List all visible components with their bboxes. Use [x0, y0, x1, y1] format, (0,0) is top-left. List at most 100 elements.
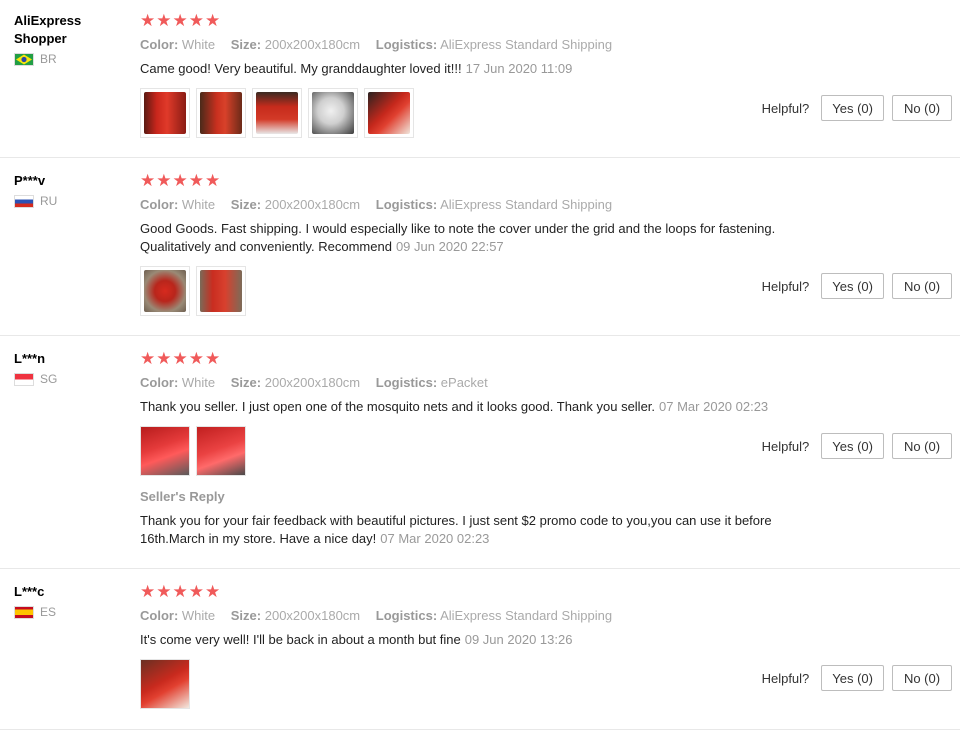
helpful-no-button[interactable]: No (0): [892, 273, 952, 299]
star-icon: ★: [188, 171, 204, 190]
reviewer-info: L***c ES: [14, 583, 124, 619]
review-photo-thumbnail[interactable]: [252, 88, 302, 138]
reviewer-name: L***n: [14, 351, 46, 366]
review-photo-thumbnail[interactable]: [140, 88, 190, 138]
helpful-yes-button[interactable]: Yes (0): [821, 665, 884, 691]
logistics-value: AliExpress Standard Shipping: [440, 197, 613, 212]
review-date: 07 Mar 2020 02:23: [659, 399, 769, 414]
reviewer-name: L***c: [14, 584, 45, 599]
color-label: Color:: [140, 375, 179, 390]
color-label: Color:: [140, 197, 179, 212]
country-code: RU: [40, 194, 58, 208]
spain-flag-icon: [14, 605, 34, 619]
size-label: Size:: [230, 37, 262, 52]
star-icon: ★: [156, 11, 172, 30]
size-label: Size:: [230, 375, 262, 390]
helpful-no-button[interactable]: No (0): [892, 665, 952, 691]
helpful-yes-button[interactable]: Yes (0): [821, 95, 884, 121]
review-photo-thumbnail[interactable]: [140, 659, 190, 709]
review-body: Came good! Very beautiful. My granddaugh…: [140, 61, 462, 76]
logistics-value: ePacket: [440, 375, 488, 390]
review-item: L***c ES ★ ★ ★ ★ ★ Color: White Size: 200x20…: [0, 569, 960, 729]
review-photo-thumbnail[interactable]: [364, 88, 414, 138]
star-icon: ★: [140, 349, 156, 368]
logistics-label: Logistics:: [375, 608, 438, 623]
country-code: BR: [40, 52, 57, 66]
logistics-value: AliExpress Standard Shipping: [440, 37, 613, 52]
star-icon: ★: [172, 11, 188, 30]
country-code: SG: [40, 372, 58, 386]
review-date: 17 Jun 2020 11:09: [465, 61, 573, 76]
review-photo-thumbnail[interactable]: [140, 426, 190, 476]
star-icon: ★: [205, 171, 221, 190]
size-label: Size:: [230, 197, 262, 212]
size-label: Size:: [230, 608, 262, 623]
rating-stars: ★ ★ ★ ★ ★: [140, 350, 960, 368]
helpful-yes-button[interactable]: Yes (0): [821, 433, 884, 459]
review-body: Thank you seller. I just open one of the…: [140, 399, 656, 414]
star-icon: ★: [172, 171, 188, 190]
review-text: Thank you seller. I just open one of the…: [140, 398, 940, 416]
star-icon: ★: [156, 171, 172, 190]
review-item: L***n SG ★ ★ ★ ★ ★ Color: White Size: 200x20…: [0, 336, 960, 568]
review-photo-thumbnail[interactable]: [196, 266, 246, 316]
order-attributes: Color: White Size: 200x200x180cm Logisti…: [140, 374, 960, 392]
logistics-label: Logistics:: [375, 375, 438, 390]
country-code: ES: [40, 605, 57, 619]
review-photo-thumbnail[interactable]: [140, 266, 190, 316]
review-photo-thumbnail[interactable]: [196, 426, 246, 476]
color-value: White: [181, 608, 216, 623]
seller-reply-date: 07 Mar 2020 02:23: [380, 531, 490, 546]
reviewer-country: BR: [14, 52, 124, 66]
helpful-label: Helpful?: [761, 438, 810, 454]
star-icon: ★: [140, 11, 156, 30]
seller-reply-title: Seller's Reply: [140, 489, 225, 504]
star-icon: ★: [205, 582, 221, 601]
color-label: Color:: [140, 608, 179, 623]
review-date: 09 Jun 2020 22:57: [395, 239, 504, 254]
reviewer-info: L***n SG: [14, 350, 124, 386]
rating-stars: ★ ★ ★ ★ ★: [140, 172, 960, 190]
logistics-label: Logistics:: [375, 37, 438, 52]
review-text: Came good! Very beautiful. My granddaugh…: [140, 60, 830, 78]
star-icon: ★: [205, 11, 221, 30]
reviewer-country: ES: [14, 605, 124, 619]
star-icon: ★: [205, 349, 221, 368]
color-value: White: [181, 37, 216, 52]
star-icon: ★: [156, 582, 172, 601]
helpful-vote: Helpful? Yes (0) No (0): [762, 273, 952, 299]
review-date: 09 Jun 2020 13:26: [464, 632, 573, 647]
rating-stars: ★ ★ ★ ★ ★: [140, 583, 960, 601]
helpful-label: Helpful?: [761, 100, 810, 116]
color-value: White: [181, 197, 216, 212]
color-value: White: [181, 375, 216, 390]
size-value: 200x200x180cm: [264, 37, 361, 52]
size-value: 200x200x180cm: [264, 608, 361, 623]
review-item: P***v RU ★ ★ ★ ★ ★ Color: White Size: 200x20…: [0, 158, 960, 335]
review-photo-thumbnail[interactable]: [196, 88, 246, 138]
order-attributes: Color: White Size: 200x200x180cm Logisti…: [140, 196, 960, 214]
helpful-no-button[interactable]: No (0): [892, 433, 952, 459]
review-separator: [0, 729, 960, 730]
rating-stars: ★ ★ ★ ★ ★: [140, 12, 960, 30]
review-item: AliExpress Shopper BR ★ ★ ★ ★ ★ Color: White…: [0, 0, 960, 157]
reviewer-info: AliExpress Shopper BR: [14, 12, 124, 66]
reviewer-country: RU: [14, 194, 124, 208]
reviewer-country: SG: [14, 372, 124, 386]
review-text: It's come very well! I'll be back in abo…: [140, 631, 830, 649]
brazil-flag-icon: [14, 52, 34, 66]
reviewer-name: AliExpress Shopper: [14, 13, 82, 46]
size-value: 200x200x180cm: [264, 375, 361, 390]
seller-reply-text: Thank you for your fair feedback with be…: [140, 512, 830, 548]
review-body: It's come very well! I'll be back in abo…: [140, 632, 461, 647]
review-text: Good Goods. Fast shipping. I would espec…: [140, 220, 830, 256]
review-photo-thumbnail[interactable]: [308, 88, 358, 138]
helpful-yes-button[interactable]: Yes (0): [821, 273, 884, 299]
helpful-label: Helpful?: [761, 278, 810, 294]
star-icon: ★: [188, 349, 204, 368]
russia-flag-icon: [14, 194, 34, 208]
color-label: Color:: [140, 37, 179, 52]
helpful-vote: Helpful? Yes (0) No (0): [762, 95, 952, 121]
reviewer-name: P***v: [14, 173, 46, 188]
helpful-no-button[interactable]: No (0): [892, 95, 952, 121]
